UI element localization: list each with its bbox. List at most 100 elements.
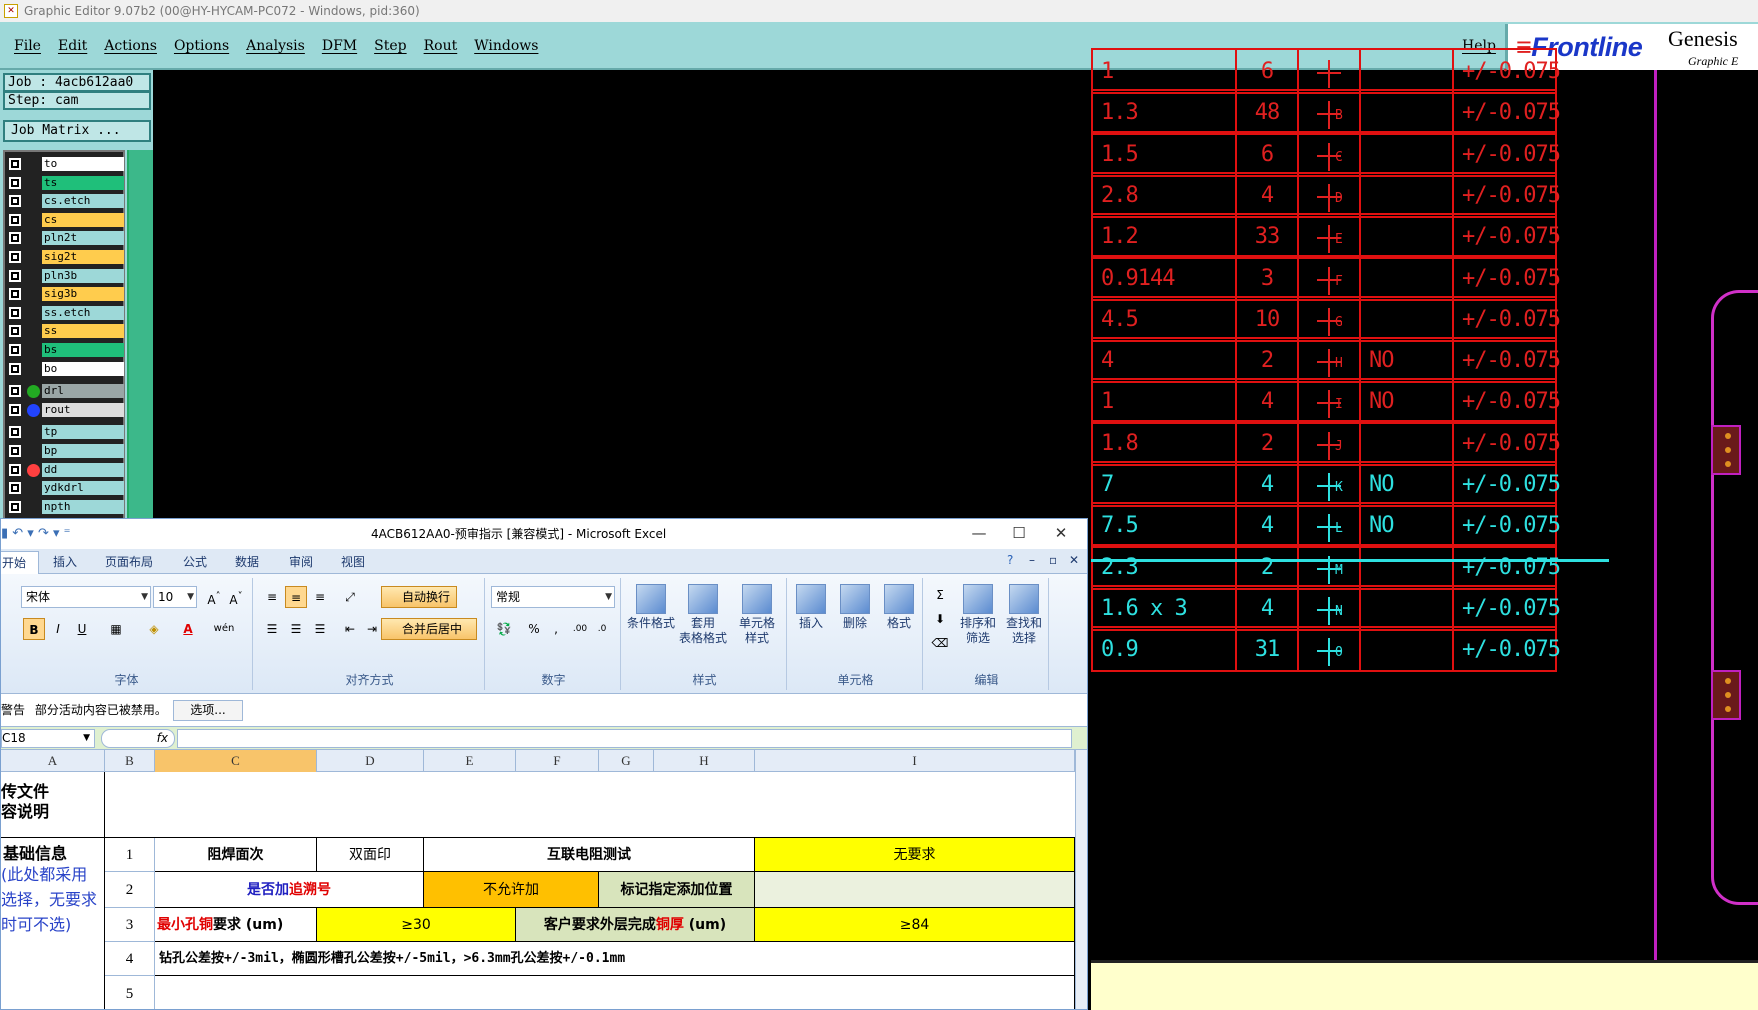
layer-checkbox[interactable] (9, 500, 21, 513)
conditional-format-button[interactable]: 条件格式 (625, 584, 677, 631)
phonetic-icon[interactable]: wén (213, 618, 235, 640)
cell-drill-tolerance-note[interactable]: 钻孔公差按+/-3mil，椭圆形槽孔公差按+/-5mil，>6.3mm孔公差按+… (155, 942, 1075, 976)
layer-row-sig2t[interactable]: sig2t (5, 249, 124, 265)
shrink-font-icon[interactable]: A˅ (225, 586, 247, 608)
layer-row-drl[interactable]: drl (5, 383, 124, 399)
maximize-button[interactable]: ☐ (999, 519, 1039, 549)
col-header-d[interactable]: D (317, 750, 424, 772)
align-top-icon[interactable]: ≡ (261, 586, 283, 608)
row-number[interactable]: 2 (105, 872, 155, 908)
layer-name[interactable]: ss.etch (42, 305, 124, 320)
layer-row-sig3b[interactable]: sig3b (5, 286, 124, 302)
tab-page-layout[interactable]: 页面布局 (105, 553, 153, 570)
clear-icon[interactable]: ⌫ (929, 632, 951, 654)
layer-name[interactable]: tp (42, 425, 124, 440)
col-header-i[interactable]: I (755, 750, 1075, 772)
drill-table-row[interactable]: 4.5 10 G +/-0.075 (1091, 295, 1609, 342)
layer-row-cs-etch[interactable]: cs.etch (5, 193, 124, 209)
layer-checkbox[interactable] (9, 213, 21, 226)
tab-formulas[interactable]: 公式 (183, 553, 207, 570)
menu-edit[interactable]: Edit (58, 38, 87, 54)
col-header-f[interactable]: F (516, 750, 599, 772)
cell-styles-button[interactable]: 单元格 样式 (731, 584, 783, 646)
col-header-e[interactable]: E (424, 750, 516, 772)
ribbon-close-icon[interactable]: ✕ (1069, 553, 1079, 567)
job-matrix-button[interactable]: Job Matrix ... (3, 120, 151, 142)
sheet-grid[interactable]: 传文件 容说明 基础信息 (此处都采用 选择，无要求 时可不选) 1 阻焊面次 … (1, 772, 1075, 1009)
menu-options[interactable]: Options (174, 38, 229, 54)
tab-view[interactable]: 视图 (341, 553, 365, 570)
format-cells-button[interactable]: 格式 (877, 584, 921, 631)
cell-solder-mask-side-label[interactable]: 阻焊面次 (155, 838, 317, 872)
tab-insert[interactable]: 插入 (53, 553, 77, 570)
layer-checkbox[interactable] (9, 306, 21, 319)
layer-name[interactable]: ts (42, 175, 124, 190)
font-color-icon[interactable]: A (177, 618, 199, 640)
col-header-c[interactable]: C (155, 750, 317, 772)
drill-table-row[interactable]: 2.3 2 M +/-0.075 (1091, 543, 1609, 590)
header-merged-cell[interactable] (105, 772, 1075, 838)
drill-table-row[interactable]: 1.6 x 3 4 N +/-0.075 (1091, 584, 1609, 631)
tab-data[interactable]: 数据 (235, 553, 259, 570)
formula-input[interactable] (177, 729, 1072, 748)
comma-style-icon[interactable]: , (545, 618, 567, 640)
drill-table-row[interactable]: 0.9144 3 F +/-0.075 (1091, 254, 1609, 301)
row-number[interactable]: 1 (105, 838, 155, 872)
options-button[interactable]: 选项... (173, 700, 243, 721)
layer-checkbox[interactable] (9, 463, 21, 476)
layer-name[interactable]: drl (42, 384, 124, 399)
layer-row-cs[interactable]: cs (5, 212, 124, 228)
autosum-icon[interactable]: Σ (929, 584, 951, 606)
layer-checkbox[interactable] (9, 195, 21, 208)
sort-filter-button[interactable]: 排序和 筛选 (955, 584, 1001, 646)
sheet-vertical-scrollbar[interactable] (1075, 750, 1087, 1009)
layer-checkbox[interactable] (9, 269, 21, 282)
bold-icon[interactable]: B (23, 618, 45, 640)
drill-table-row[interactable]: 1 6 +/-0.075 (1091, 48, 1609, 94)
font-name-combo[interactable]: 宋体 ▼ (21, 586, 151, 608)
layer-name[interactable]: pln2t (42, 231, 124, 246)
layer-checkbox[interactable] (9, 288, 21, 301)
layer-checkbox[interactable] (9, 426, 21, 439)
layer-name[interactable]: bo (42, 361, 124, 376)
layer-checkbox[interactable] (9, 403, 21, 416)
col-header-a[interactable]: A (1, 750, 105, 772)
menu-step[interactable]: Step (374, 38, 406, 54)
layer-checkbox[interactable] (9, 445, 21, 457)
ribbon-minimize-icon[interactable]: – (1029, 553, 1035, 567)
cell-outer-copper-label[interactable]: 客户要求外层完成铜厚 (um) (516, 908, 755, 942)
layer-row-pln3b[interactable]: pln3b (5, 268, 124, 284)
layer-name[interactable]: ydkdrl (42, 481, 124, 496)
layer-name[interactable]: npth (42, 499, 124, 514)
drill-table-row[interactable]: 1.5 6 C +/-0.075 (1091, 130, 1609, 177)
drill-table-row[interactable]: 7.5 4 L NO +/-0.075 (1091, 502, 1609, 549)
insert-function-icon[interactable]: fx (101, 729, 175, 748)
font-size-combo[interactable]: 10 ▼ (153, 586, 197, 608)
col-header-b[interactable]: B (105, 750, 155, 772)
cell-mark-position-label[interactable]: 标记指定添加位置 (599, 872, 755, 908)
layer-row-to[interactable]: to (5, 156, 124, 172)
cell-outer-copper-value[interactable]: ≥84 (755, 908, 1075, 942)
layer-name[interactable]: pln3b (42, 268, 124, 283)
layer-row-bo[interactable]: bo (5, 361, 124, 377)
decrease-decimal-icon[interactable]: .0 (591, 618, 613, 640)
layer-name[interactable]: sig2t (42, 250, 124, 264)
layer-name[interactable]: cs.etch (42, 194, 124, 209)
layer-row-tp[interactable]: tp (5, 424, 124, 440)
number-format-combo[interactable]: 常规 ▼ (491, 586, 615, 608)
underline-icon[interactable]: U (71, 618, 93, 640)
wrap-text-button[interactable]: 自动换行 (381, 586, 457, 608)
layer-checkbox[interactable] (9, 325, 21, 338)
basic-info-cell[interactable]: 基础信息 (此处都采用 选择，无要求 时可不选) (1, 838, 105, 1009)
find-select-button[interactable]: 查找和 选择 (1001, 584, 1047, 646)
layer-row-ts[interactable]: ts (5, 175, 124, 191)
layer-row-bp[interactable]: bp (5, 443, 124, 459)
layer-checkbox[interactable] (9, 158, 21, 170)
layer-row-dd[interactable]: dd (5, 462, 124, 478)
accounting-format-icon[interactable]: 💱 (493, 618, 515, 640)
drill-table-row[interactable]: 2.8 4 D +/-0.075 (1091, 171, 1609, 218)
layer-checkbox[interactable] (9, 385, 21, 398)
layer-name[interactable]: cs (42, 212, 124, 227)
fill-icon[interactable]: ⬇ (929, 608, 951, 630)
format-as-table-button[interactable]: 套用 表格格式 (677, 584, 729, 646)
